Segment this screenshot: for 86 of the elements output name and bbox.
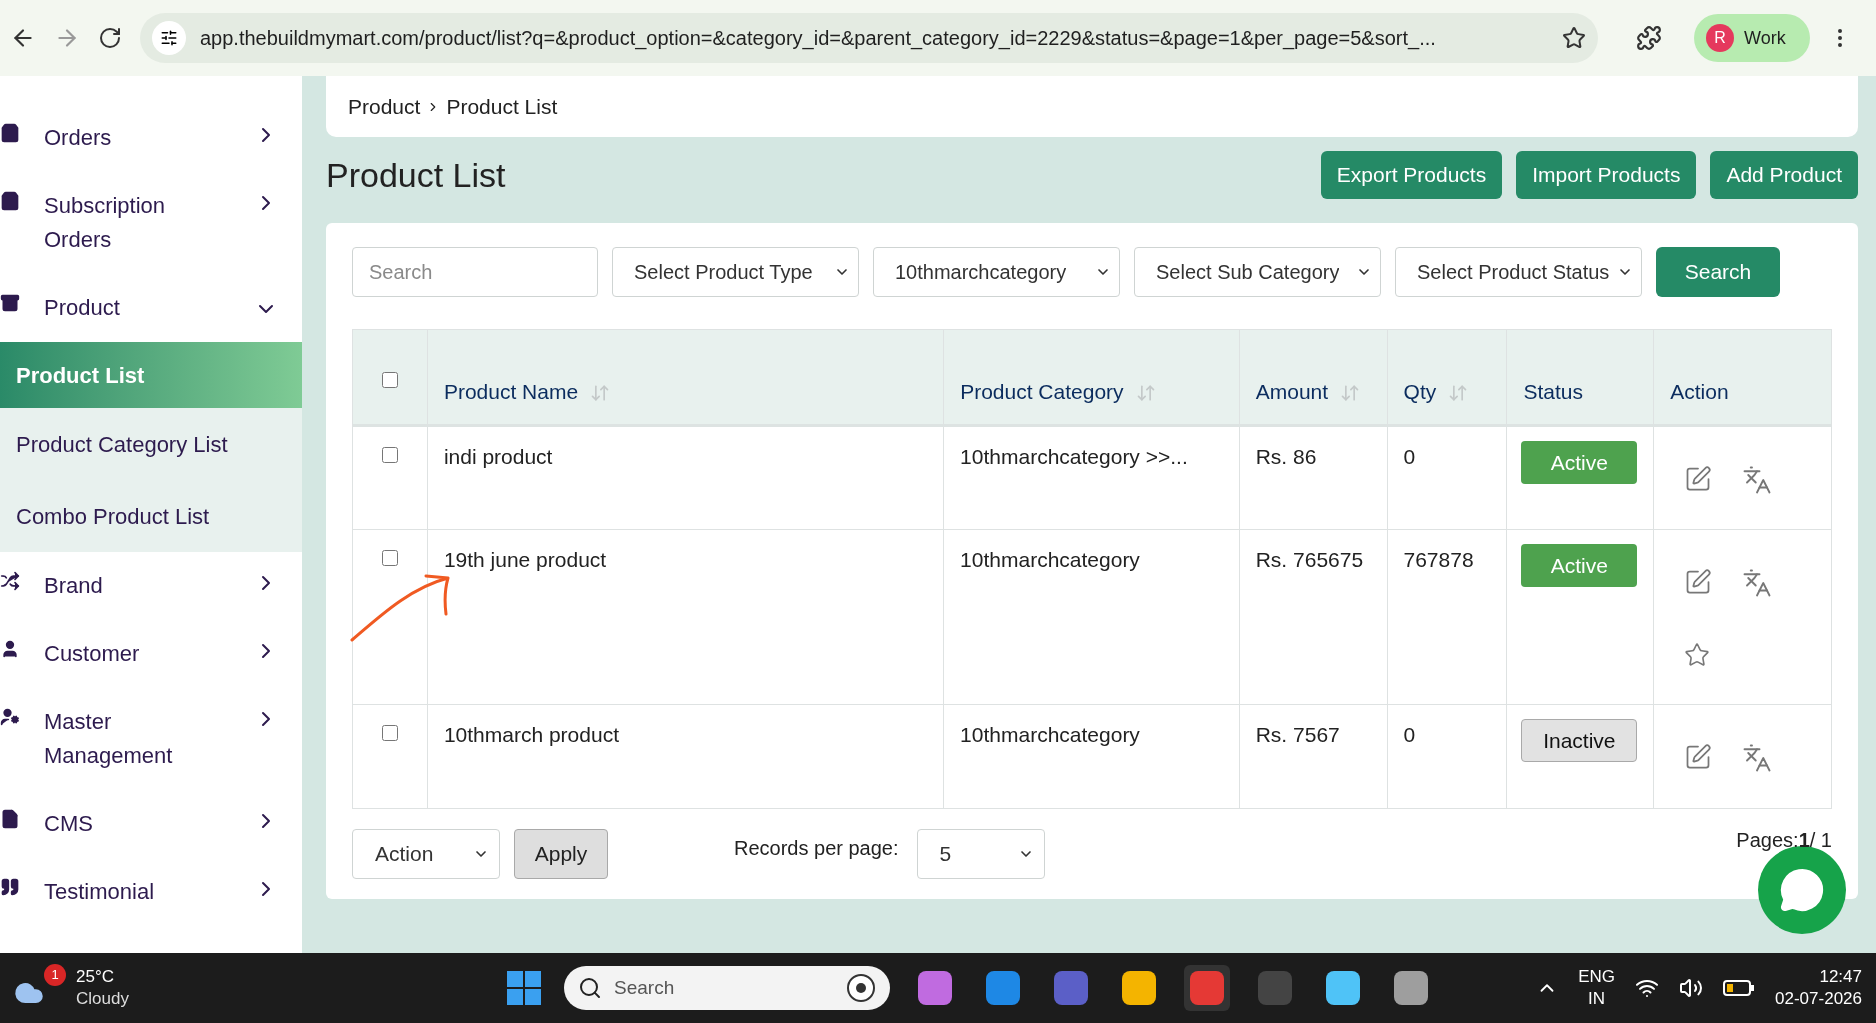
translate-icon[interactable] bbox=[1742, 568, 1773, 598]
sidebar-item[interactable]: Product bbox=[0, 274, 302, 342]
taskbar-search-field[interactable]: Search bbox=[564, 966, 890, 1010]
edit-icon[interactable] bbox=[1684, 568, 1713, 596]
sidebar-item[interactable]: Subscription Orders bbox=[0, 172, 302, 274]
page-counter: Pages:1/ 1 bbox=[1736, 828, 1832, 853]
product-name: 10thmarch product bbox=[443, 723, 619, 746]
chat-icon bbox=[1779, 867, 1825, 913]
profile-avatar: R bbox=[1706, 24, 1734, 52]
sidebar-item[interactable]: Testimonial bbox=[0, 858, 302, 926]
archive-icon bbox=[0, 293, 20, 313]
profile-button[interactable]: R Work bbox=[1694, 14, 1810, 62]
star-icon[interactable] bbox=[1684, 642, 1711, 668]
dropdown[interactable]: 10thmarchcategory bbox=[873, 247, 1120, 297]
sidebar-item[interactable]: Brand bbox=[0, 552, 302, 620]
column-header[interactable]: Product Name bbox=[443, 376, 613, 408]
column-header: Status bbox=[1523, 379, 1583, 405]
select-all-checkbox[interactable] bbox=[381, 372, 398, 388]
submenu-item[interactable]: Product Category List bbox=[0, 408, 302, 480]
translate-icon[interactable] bbox=[1742, 465, 1773, 495]
translate-icon[interactable] bbox=[1742, 743, 1773, 773]
sidebar-item[interactable]: CMS bbox=[0, 790, 302, 858]
quantity: 0 bbox=[1403, 445, 1416, 468]
dropdown[interactable]: Select Sub Category bbox=[1134, 247, 1381, 297]
status-badge[interactable]: Inactive bbox=[1521, 719, 1638, 762]
sidebar-item[interactable]: Customer bbox=[0, 620, 302, 688]
product-name: 19th june product bbox=[443, 548, 607, 571]
row-checkbox[interactable] bbox=[381, 447, 398, 463]
product-category: 10thmarchcategory >>... bbox=[960, 445, 1188, 468]
breadcrumb-link[interactable]: Product bbox=[348, 90, 421, 123]
shuffle-icon bbox=[0, 571, 20, 591]
search-field[interactable]: Search bbox=[352, 247, 598, 297]
sidebar-item[interactable]: Master Management bbox=[0, 688, 302, 790]
profile-name: Work bbox=[1744, 26, 1786, 50]
edit-icon[interactable] bbox=[1684, 743, 1713, 771]
language-indicator[interactable]: ENG bbox=[1578, 966, 1616, 988]
product-category: 10thmarchcategory bbox=[960, 548, 1140, 571]
document-icon bbox=[0, 809, 20, 829]
product-name: indi product bbox=[443, 445, 553, 468]
site-settings-icon[interactable] bbox=[152, 21, 186, 55]
address-bar[interactable]: app.thebuildmymart.com/product/list?q=&product_option=&category_id=&parent_category_id=2229&status=&page=1&per_page=5&sort_... bbox=[140, 13, 1598, 63]
apply-button[interactable]: Apply bbox=[514, 829, 608, 879]
header-button[interactable]: Add Product bbox=[1710, 151, 1858, 199]
extensions-icon[interactable] bbox=[1636, 25, 1662, 51]
quote-icon bbox=[0, 877, 20, 897]
clock-time[interactable]: 12:47 bbox=[1819, 966, 1862, 988]
edit-icon[interactable] bbox=[1684, 465, 1713, 493]
quantity: 767878 bbox=[1403, 548, 1474, 571]
quantity: 0 bbox=[1403, 723, 1416, 746]
temperature: 25°C bbox=[76, 966, 115, 988]
column-header: Action bbox=[1670, 379, 1729, 405]
weather-condition: Cloudy bbox=[76, 988, 129, 1010]
page-title: Product List bbox=[326, 154, 506, 196]
row-checkbox[interactable] bbox=[381, 550, 398, 566]
breadcrumb-link[interactable]: Product List bbox=[446, 90, 558, 123]
windows-start-icon[interactable] bbox=[506, 970, 542, 1006]
submenu-item[interactable]: Product List bbox=[0, 342, 302, 408]
amount: Rs. 765675 bbox=[1255, 548, 1364, 571]
battery-icon[interactable] bbox=[1723, 978, 1756, 998]
header-button[interactable]: Import Products bbox=[1516, 151, 1697, 199]
column-header[interactable]: Amount bbox=[1255, 376, 1363, 408]
region-indicator[interactable]: IN bbox=[1588, 988, 1606, 1010]
notification-badge: 1 bbox=[44, 964, 66, 986]
reload-icon[interactable] bbox=[98, 26, 122, 50]
dropdown[interactable]: Select Product Status bbox=[1395, 247, 1642, 297]
amount: Rs. 7567 bbox=[1255, 723, 1340, 746]
records-per-page-label: Records per page: bbox=[734, 836, 899, 861]
row-checkbox[interactable] bbox=[381, 725, 398, 741]
search-button[interactable]: Search bbox=[1656, 247, 1780, 297]
volume-icon[interactable] bbox=[1679, 976, 1704, 1000]
clock-date[interactable]: 02-07-2026 bbox=[1775, 988, 1862, 1010]
url-text: app.thebuildmymart.com/product/list?q=&product_option=&category_id=&parent_category_id=2229&status=&page=1&per_page=5&sort_... bbox=[200, 26, 1437, 52]
bulk-action-dropdown[interactable]: Action bbox=[352, 829, 500, 879]
product-category: 10thmarchcategory bbox=[960, 723, 1140, 746]
user-gear-icon bbox=[0, 707, 20, 727]
amount: Rs. 86 bbox=[1255, 445, 1317, 468]
search-icon bbox=[578, 976, 602, 1000]
per-page-dropdown[interactable]: 5 bbox=[916, 829, 1045, 879]
submenu-item[interactable]: Combo Product List bbox=[0, 480, 302, 552]
dropdown[interactable]: Select Product Type bbox=[612, 247, 859, 297]
bookmark-star-icon[interactable] bbox=[1562, 26, 1586, 50]
sidebar-item[interactable]: Orders bbox=[0, 104, 302, 172]
user-icon bbox=[0, 639, 20, 659]
header-button[interactable]: Export Products bbox=[1320, 151, 1503, 199]
column-header[interactable]: Product Category bbox=[960, 376, 1158, 408]
column-header[interactable]: Qty bbox=[1403, 376, 1471, 408]
